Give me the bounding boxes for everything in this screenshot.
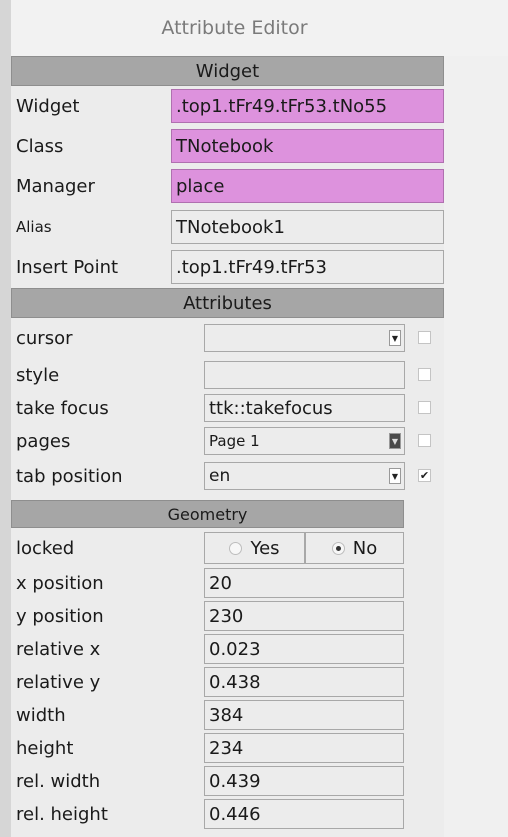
label-manager: Manager — [16, 175, 95, 197]
alias-field[interactable]: TNotebook1 — [171, 210, 444, 244]
label-pages: pages — [16, 430, 71, 452]
style-checkbox[interactable] — [418, 368, 431, 381]
chevron-down-icon[interactable]: ▼ — [389, 468, 401, 484]
pages-value: Page 1 — [209, 432, 260, 450]
pages-checkbox[interactable] — [418, 434, 431, 447]
label-alias: Alias — [16, 218, 52, 236]
window-edge — [0, 0, 11, 837]
widget-path-field[interactable]: .top1.tFr49.tFr53.tNo55 — [171, 89, 444, 123]
radio-no-indicator — [331, 541, 345, 555]
label-style: style — [16, 364, 60, 386]
window-title: Attribute Editor — [161, 17, 308, 39]
label-cursor: cursor — [16, 327, 73, 349]
label-insert-point: Insert Point — [16, 256, 119, 278]
label-width: width — [16, 704, 66, 726]
label-x-position: x position — [16, 572, 104, 594]
label-locked: locked — [16, 537, 75, 559]
locked-no-radio[interactable]: No — [305, 532, 404, 564]
rel-height-field[interactable]: 0.446 — [204, 799, 404, 829]
height-field[interactable]: 234 — [204, 733, 404, 763]
label-rel-height: rel. height — [16, 803, 108, 825]
right-margin — [444, 56, 508, 837]
section-header-widget: Widget — [11, 56, 444, 86]
label-class: Class — [16, 135, 64, 157]
label-widget: Widget — [16, 95, 80, 117]
insert-point-field[interactable]: .top1.tFr49.tFr53 — [171, 250, 444, 284]
x-position-field[interactable]: 20 — [204, 568, 404, 598]
label-rel-width: rel. width — [16, 770, 101, 792]
section-header-geometry: Geometry — [11, 500, 404, 528]
width-field[interactable]: 384 — [204, 700, 404, 730]
section-header-attributes: Attributes — [11, 288, 444, 318]
class-field[interactable]: TNotebook — [171, 129, 444, 163]
locked-no-label: No — [352, 537, 378, 559]
relative-x-field[interactable]: 0.023 — [204, 634, 404, 664]
label-relative-y: relative y — [16, 671, 101, 693]
radio-yes-indicator — [229, 541, 243, 555]
pages-combobox[interactable]: Page 1 ▼ — [204, 427, 405, 455]
label-height: height — [16, 737, 74, 759]
chevron-down-icon[interactable]: ▼ — [389, 330, 401, 346]
chevron-down-icon[interactable]: ▼ — [389, 433, 401, 449]
cursor-checkbox[interactable] — [418, 331, 431, 344]
label-take-focus: take focus — [16, 397, 109, 419]
relative-y-field[interactable]: 0.438 — [204, 667, 404, 697]
tab-position-value: en — [209, 466, 231, 486]
take-focus-checkbox[interactable] — [418, 401, 431, 414]
label-y-position: y position — [16, 605, 104, 627]
locked-yes-label: Yes — [250, 537, 280, 559]
style-field[interactable] — [204, 361, 405, 389]
tab-position-combobox[interactable]: en ▼ — [204, 462, 405, 490]
checkmark-icon: ✔ — [419, 469, 430, 482]
rel-width-field[interactable]: 0.439 — [204, 766, 404, 796]
title-bar: Attribute Editor — [11, 0, 508, 56]
tab-position-checkbox[interactable]: ✔ — [418, 469, 431, 482]
manager-field[interactable]: place — [171, 169, 444, 203]
label-relative-x: relative x — [16, 638, 101, 660]
label-tab-position: tab position — [16, 465, 123, 487]
cursor-combobox[interactable]: ▼ — [204, 324, 405, 352]
locked-yes-radio[interactable]: Yes — [204, 532, 305, 564]
take-focus-field[interactable]: ttk::takefocus — [204, 394, 405, 422]
y-position-field[interactable]: 230 — [204, 601, 404, 631]
